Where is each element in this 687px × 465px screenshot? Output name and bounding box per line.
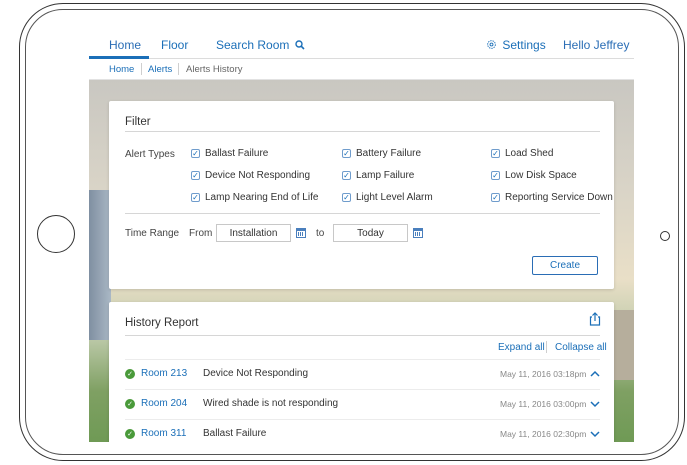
collapse-all-link[interactable]: Collapse all [555, 342, 607, 353]
checkbox-label: Device Not Responding [205, 170, 311, 181]
checkbox-label: Low Disk Space [505, 170, 577, 181]
breadcrumb-current: Alerts History [186, 64, 243, 75]
divider [125, 213, 600, 214]
checkbox-load-shed[interactable]: ✓ [491, 149, 500, 158]
from-label: From [189, 228, 213, 239]
calendar-icon[interactable] [413, 228, 423, 238]
app-screen: Home Floor Search Room Settings Hello Je… [89, 30, 634, 442]
background-building [89, 190, 111, 340]
chevron-down-icon[interactable] [589, 399, 601, 409]
gear-icon [487, 40, 496, 49]
from-date-field[interactable]: Installation [216, 224, 291, 242]
divider [125, 335, 600, 336]
checkbox-ballast-failure[interactable]: ✓ [191, 149, 200, 158]
chevron-down-icon[interactable] [589, 429, 601, 439]
breadcrumb-alerts[interactable]: Alerts [148, 64, 172, 75]
checkbox-battery-failure[interactable]: ✓ [342, 149, 351, 158]
checkbox-lamp-nearing-end-of-life[interactable]: ✓ [191, 193, 200, 202]
breadcrumb-home[interactable]: Home [109, 64, 134, 75]
to-label: to [316, 228, 325, 239]
top-nav: Home Floor Search Room Settings Hello Je… [89, 30, 634, 59]
nav-search-label: Search Room [216, 38, 290, 52]
nav-home[interactable]: Home [109, 38, 141, 52]
breadcrumb-separator [178, 63, 179, 75]
success-icon: ✓ [125, 399, 135, 409]
alert-timestamp: May 11, 2016 02:30pm [500, 429, 587, 439]
checkbox-label: Ballast Failure [205, 148, 269, 159]
nav-search-room[interactable]: Search Room [216, 38, 305, 52]
room-link[interactable]: Room 204 [141, 398, 187, 409]
alert-description: Wired shade is not responding [203, 398, 339, 409]
checkbox-label: Lamp Failure [356, 170, 415, 181]
nav-settings[interactable]: Settings [486, 38, 546, 52]
checkbox-low-disk-space[interactable]: ✓ [491, 171, 500, 180]
divider [125, 131, 600, 132]
history-report-title: History Report [125, 317, 199, 329]
checkbox-reporting-service-down[interactable]: ✓ [491, 193, 500, 202]
divider [125, 419, 600, 420]
user-greeting[interactable]: Hello Jeffrey [563, 38, 629, 52]
alert-types-label: Alert Types [125, 149, 175, 160]
divider [546, 341, 547, 353]
camera [660, 231, 670, 241]
time-range-label: Time Range [125, 228, 180, 239]
filter-card: Filter Alert Types ✓ Ballast Failure ✓ B… [109, 101, 614, 289]
to-date-field[interactable]: Today [333, 224, 408, 242]
checkbox-device-not-responding[interactable]: ✓ [191, 171, 200, 180]
divider [125, 389, 600, 390]
success-icon: ✓ [125, 429, 135, 439]
breadcrumb-separator [141, 63, 142, 75]
checkbox-light-level-alarm[interactable]: ✓ [342, 193, 351, 202]
nav-floor[interactable]: Floor [161, 38, 188, 52]
checkbox-label: Battery Failure [356, 148, 422, 159]
checkbox-label: Light Level Alarm [356, 192, 433, 203]
search-icon [295, 40, 305, 50]
filter-title: Filter [125, 116, 151, 128]
history-report-card: History Report Expand all Collapse all ✓… [109, 302, 614, 442]
checkbox-label: Reporting Service Down [505, 192, 613, 203]
alert-description: Device Not Responding [203, 368, 309, 379]
breadcrumb: Home Alerts Alerts History [89, 59, 634, 80]
alert-description: Ballast Failure [203, 428, 267, 439]
checkbox-label: Lamp Nearing End of Life [205, 192, 319, 203]
alert-timestamp: May 11, 2016 03:00pm [500, 399, 587, 409]
alert-timestamp: May 11, 2016 03:18pm [500, 369, 587, 379]
export-icon[interactable] [589, 312, 601, 326]
checkbox-lamp-failure[interactable]: ✓ [342, 171, 351, 180]
nav-settings-label: Settings [502, 38, 546, 52]
expand-all-link[interactable]: Expand all [498, 342, 545, 353]
home-button[interactable] [37, 215, 75, 253]
room-link[interactable]: Room 213 [141, 368, 187, 379]
create-button[interactable]: Create [532, 256, 598, 275]
calendar-icon[interactable] [296, 228, 306, 238]
chevron-up-icon[interactable] [589, 369, 601, 379]
success-icon: ✓ [125, 369, 135, 379]
divider [125, 359, 600, 360]
checkbox-label: Load Shed [505, 148, 554, 159]
room-link[interactable]: Room 311 [141, 428, 186, 439]
